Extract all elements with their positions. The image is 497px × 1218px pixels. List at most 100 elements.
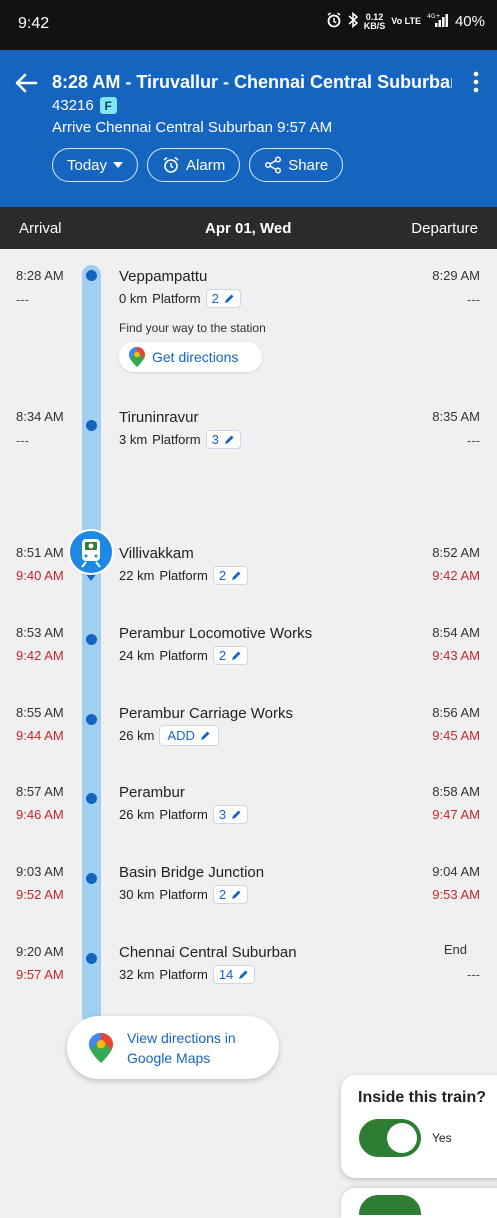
more-options-button[interactable] <box>471 70 481 94</box>
pencil-icon <box>224 435 234 444</box>
scheduled-departure: 8:35 AM <box>432 409 480 424</box>
status-time: 9:42 <box>18 15 50 32</box>
scheduled-arrival: 8:51 AM <box>16 545 64 560</box>
actual-departure: 9:47 AM <box>432 807 480 822</box>
today-dropdown[interactable]: Today <box>52 148 139 182</box>
station-distance: 24 km <box>119 648 155 663</box>
station-distance: 22 km <box>119 568 155 583</box>
scheduled-arrival: 8:55 AM <box>16 705 64 720</box>
stop-dot <box>86 270 97 281</box>
date-header: Apr 01, Wed <box>205 220 292 237</box>
actual-arrival: 9:44 AM <box>16 728 64 743</box>
scheduled-departure: End <box>443 942 467 957</box>
secondary-toggle[interactable] <box>359 1195 421 1215</box>
arrival-summary: Arrive Chennai Central Suburban 9:57 AM <box>52 119 333 136</box>
actual-arrival: --- <box>16 292 29 307</box>
platform-number: 14 <box>218 967 234 982</box>
train-position-marker <box>67 529 115 583</box>
platform-label: Platform <box>159 967 208 982</box>
today-label: Today <box>67 156 108 174</box>
bluetooth-icon <box>348 11 358 31</box>
platform-label: Platform <box>159 648 208 663</box>
add-label: ADD <box>167 728 195 743</box>
stop-dot <box>86 873 97 884</box>
alarm-status-icon <box>326 12 342 31</box>
departure-column-header: Departure <box>411 220 478 237</box>
station-name: Basin Bridge Junction <box>119 864 265 881</box>
platform-label: Platform <box>152 291 201 306</box>
platform-label: Platform <box>159 568 208 583</box>
stop-dot <box>86 420 97 431</box>
platform-edit-button[interactable]: 2 <box>212 885 249 904</box>
station-distance: 32 km <box>119 967 155 982</box>
inside-train-toggle[interactable] <box>359 1119 421 1157</box>
stop-dot <box>86 793 97 804</box>
train-icon <box>68 529 114 581</box>
view-maps-text: View directions in Google Maps <box>127 1028 236 1068</box>
pencil-icon <box>200 731 210 740</box>
pencil-icon <box>232 571 241 580</box>
platform-number: 2 <box>218 648 227 663</box>
get-directions-button[interactable]: Get directions <box>119 342 262 372</box>
platform-number: 2 <box>218 568 227 583</box>
station-name: Veppampattu <box>119 268 208 285</box>
signal-icon: 4G+ <box>427 12 449 31</box>
station-distance: 30 km <box>119 887 155 902</box>
platform-edit-button[interactable]: 2 <box>212 646 249 665</box>
station-info: 26 km ADD <box>119 725 219 746</box>
station-info: 26 km Platform 3 <box>119 805 249 824</box>
actual-arrival: 9:42 AM <box>16 648 64 663</box>
page-title: 8:28 AM - Tiruvallur - Chennai Central S… <box>52 72 452 92</box>
get-directions-label: Get directions <box>152 349 239 365</box>
train-number-row: 43216 F <box>52 97 117 114</box>
action-chips: Today Alarm Share <box>52 148 344 182</box>
google-maps-pin-icon <box>89 1032 113 1063</box>
station-name: Chennai Central Suburban <box>119 944 297 961</box>
platform-number: 2 <box>211 291 219 306</box>
find-way-text: Find your way to the station <box>119 321 266 335</box>
stop-dot <box>86 634 97 645</box>
pencil-icon <box>224 294 234 303</box>
net-speed: 0.12 KB/S <box>363 11 386 31</box>
dropdown-arrow-icon <box>113 162 124 168</box>
station-info: 30 km Platform 2 <box>119 885 249 904</box>
platform-edit-button[interactable]: 3 <box>205 430 241 449</box>
view-maps-line2: Google Maps <box>127 1049 211 1066</box>
platform-edit-button[interactable]: 2 <box>205 289 241 308</box>
actual-arrival: --- <box>16 433 29 448</box>
actual-departure: 9:53 AM <box>432 887 480 902</box>
actual-departure: --- <box>467 433 480 448</box>
route-track <box>82 265 101 1025</box>
alarm-button[interactable]: Alarm <box>147 148 241 182</box>
share-button[interactable]: Share <box>249 148 344 182</box>
actual-arrival: 9:52 AM <box>16 887 64 902</box>
scheduled-arrival: 9:20 AM <box>16 944 64 959</box>
station-distance: 3 km <box>119 432 148 447</box>
add-platform-button[interactable]: ADD <box>159 725 219 746</box>
platform-label: Platform <box>152 432 201 447</box>
battery-level: 40% <box>454 13 485 30</box>
stop-dot <box>86 714 97 725</box>
actual-departure: 9:42 AM <box>432 568 480 583</box>
arrival-column-header: Arrival <box>19 220 62 237</box>
secondary-card-peek <box>341 1188 497 1218</box>
platform-number: 2 <box>218 887 227 902</box>
back-arrow-icon <box>15 73 38 93</box>
platform-edit-button[interactable]: 3 <box>212 805 249 824</box>
back-button[interactable] <box>12 68 42 98</box>
alarm-label: Alarm <box>186 156 226 174</box>
view-google-maps-button[interactable]: View directions in Google Maps <box>67 1016 279 1079</box>
station-name: Tiruninravur <box>119 409 199 426</box>
platform-edit-button[interactable]: 14 <box>212 965 256 984</box>
scheduled-arrival: 8:28 AM <box>16 268 64 283</box>
scheduled-departure: 8:56 AM <box>432 705 480 720</box>
platform-label: Platform <box>159 807 208 822</box>
status-icons: 0.12 KB/S Vo LTE 4G+ 40% <box>326 11 485 31</box>
station-name: Perambur Locomotive Works <box>119 625 313 642</box>
volte-indicator: Vo LTE <box>391 16 421 26</box>
platform-edit-button[interactable]: 2 <box>212 566 249 585</box>
scheduled-departure: 8:54 AM <box>432 625 480 640</box>
scheduled-departure: 8:29 AM <box>432 268 480 283</box>
pencil-icon <box>239 970 248 979</box>
app-bar: 8:28 AM - Tiruvallur - Chennai Central S… <box>0 50 497 207</box>
